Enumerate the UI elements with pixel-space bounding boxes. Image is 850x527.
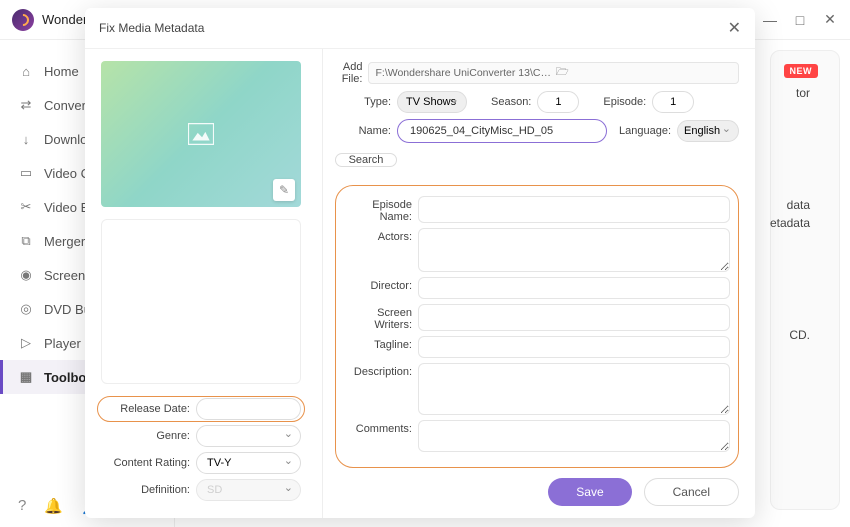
content-rating-label: Content Rating: [101,457,196,469]
sidebar-item-label: DVD Bu [44,302,91,317]
addfile-label: Add File: [335,61,362,85]
actors-input[interactable] [418,228,730,272]
actors-label: Actors: [340,228,418,272]
screenwriters-input[interactable] [418,304,730,331]
bg-text: CD. [789,328,810,342]
merger-icon: ⧉ [18,233,34,249]
thumbnail: ✎ [101,61,301,207]
app-title: Wonder [42,12,87,27]
help-icon[interactable]: ? [18,497,26,515]
window-maximize[interactable]: □ [792,12,808,28]
episode-label: Episode: [603,96,646,108]
language-label: Language: [619,125,671,137]
download-icon: ↓ [18,131,34,147]
tagline-label: Tagline: [340,336,418,358]
sidebar-item-label: Convert [44,98,90,113]
metadata-fields-group: Episode Name: Actors: Director: Screen W… [335,185,739,468]
home-icon: ⌂ [18,63,34,79]
type-label: Type: [335,96,391,108]
dialog-title: Fix Media Metadata [99,21,204,35]
comments-label: Comments: [340,420,418,452]
name-input[interactable] [397,119,607,143]
window-minimize[interactable]: — [762,12,778,28]
comments-input[interactable] [418,420,730,452]
save-button[interactable]: Save [548,478,631,506]
bg-card [770,50,840,510]
episode-input[interactable] [652,91,694,113]
director-input[interactable] [418,277,730,299]
episode-name-label: Episode Name: [340,196,418,223]
video-edit-icon: ✂ [18,199,34,215]
folder-icon[interactable]: 🗁 [556,64,732,82]
bg-text: etadata [770,216,810,230]
cancel-button[interactable]: Cancel [644,478,739,506]
sidebar-item-label: Player [44,336,81,351]
sidebar-item-label: Home [44,64,79,79]
episode-name-input[interactable] [418,196,730,223]
screenwriters-label: Screen Writers: [340,304,418,331]
genre-label: Genre: [101,430,196,442]
window-close[interactable]: ✕ [822,12,838,28]
definition-label: Definition: [101,484,196,496]
converter-icon: ⇄ [18,97,34,113]
season-label: Season: [491,96,531,108]
release-date-input[interactable] [196,398,301,420]
bg-text: tor [796,86,810,100]
new-badge: NEW [784,64,819,78]
description-label: Description: [340,363,418,415]
app-logo [12,9,34,31]
toolbox-icon: ▦ [18,369,34,385]
addfile-path: F:\Wondershare UniConverter 13\Converted… [368,62,739,84]
addfile-path-text: F:\Wondershare UniConverter 13\Converted… [375,67,551,79]
edit-thumbnail-button[interactable]: ✎ [273,179,295,201]
director-label: Director: [340,277,418,299]
season-input[interactable] [537,91,579,113]
sidebar-item-label: Merger [44,234,85,249]
close-icon[interactable]: ✕ [728,18,741,38]
image-icon [188,123,214,145]
description-preview [101,219,301,384]
language-select[interactable]: English [677,120,739,142]
player-icon: ▷ [18,335,34,351]
fix-metadata-dialog: Fix Media Metadata ✕ ✎ Release Date: Gen… [85,8,755,518]
content-rating-select[interactable]: TV-Y [196,452,301,474]
type-select[interactable]: TV Shows [397,91,467,113]
genre-select[interactable] [196,425,301,447]
bell-icon[interactable]: 🔔 [44,497,63,515]
name-label: Name: [335,125,391,137]
release-date-label: Release Date: [101,403,196,415]
screen-rec-icon: ◉ [18,267,34,283]
tagline-input[interactable] [418,336,730,358]
description-input[interactable] [418,363,730,415]
dvd-icon: ◎ [18,301,34,317]
definition-select: SD [196,479,301,501]
video-compress-icon: ▭ [18,165,34,181]
bg-text: data [787,198,810,212]
search-button[interactable]: Search [335,153,397,167]
